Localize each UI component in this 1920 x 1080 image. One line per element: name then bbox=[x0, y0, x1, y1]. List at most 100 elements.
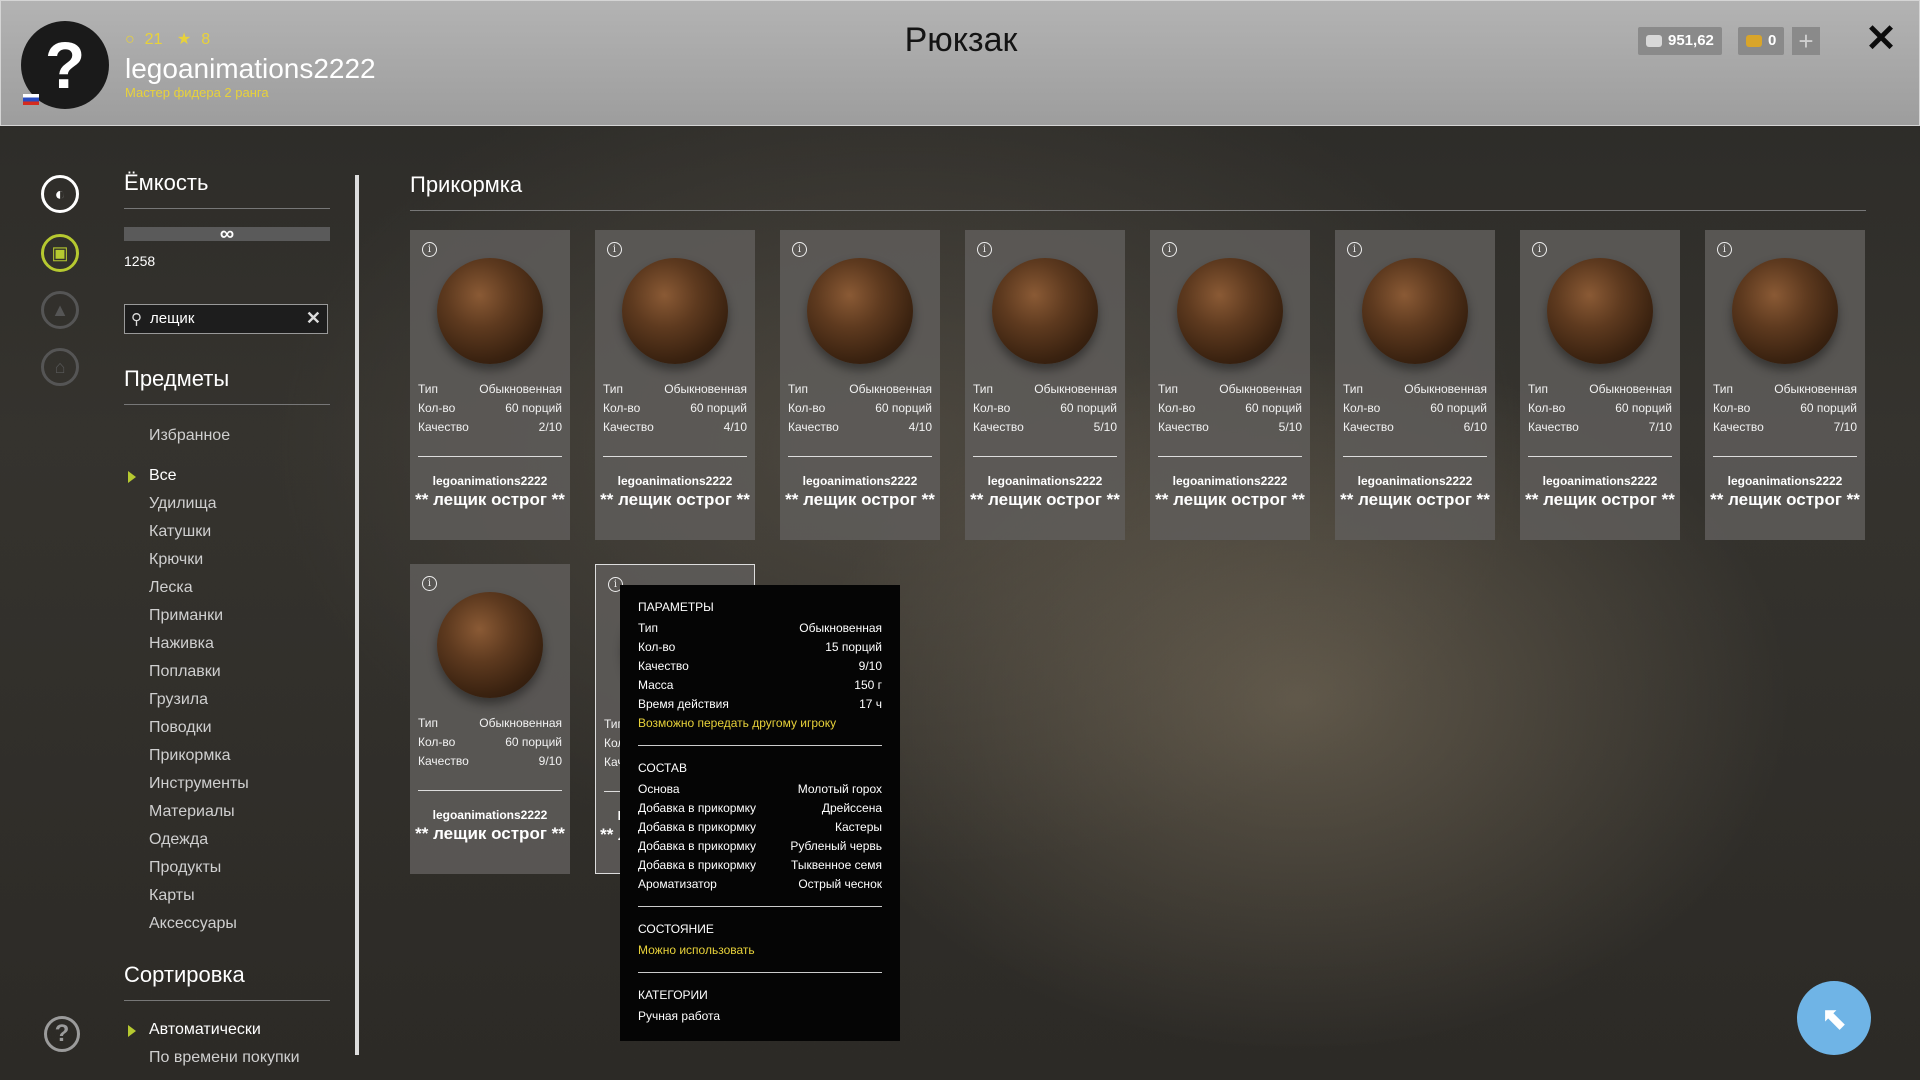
sort-list: Автоматически По времени покупки bbox=[124, 1016, 330, 1072]
category-item[interactable]: Крючки bbox=[124, 546, 330, 574]
card-qty: 60 порций bbox=[1615, 401, 1672, 415]
tooltip-divider bbox=[638, 906, 882, 907]
category-item[interactable]: Грузила bbox=[124, 686, 330, 714]
category-item[interactable]: Удилища bbox=[124, 490, 330, 518]
sidebar-scrollbar[interactable] bbox=[355, 175, 359, 1055]
card-row-type: Тип Обыкновенная bbox=[1713, 382, 1857, 396]
card-row-qty: Кол-во 60 порций bbox=[418, 401, 562, 415]
category-item[interactable]: Материалы bbox=[124, 798, 330, 826]
category-item[interactable]: Инструменты bbox=[124, 770, 330, 798]
card-row-quality: Качество 4/10 bbox=[603, 420, 747, 434]
filter-sidebar: Ёмкость ∞ 1258 ⚲ лещик ✕ Предметы Избран… bbox=[124, 170, 330, 1066]
card-quality: 4/10 bbox=[723, 420, 747, 434]
tooltip-value: Рубленый червь bbox=[790, 839, 882, 853]
sort-heading: Сортировка bbox=[124, 962, 330, 1001]
capacity-heading: Ёмкость bbox=[124, 170, 330, 209]
card-divider bbox=[603, 456, 747, 457]
category-item[interactable]: Леска bbox=[124, 574, 330, 602]
sort-option[interactable]: По времени покупки bbox=[124, 1044, 330, 1072]
info-icon[interactable]: i bbox=[607, 242, 622, 257]
card-item-name: ** лещик острог ** bbox=[970, 490, 1120, 509]
search-icon: ⚲ bbox=[131, 311, 142, 328]
category-item[interactable]: Катушки bbox=[124, 518, 330, 546]
card-type: Обыкновенная bbox=[1774, 382, 1857, 396]
item-card[interactable]: i Тип Обыкновенная Кол-во 60 порций Качество 6… bbox=[1335, 230, 1495, 540]
info-icon[interactable]: i bbox=[977, 242, 992, 257]
category-item[interactable]: Все bbox=[124, 462, 330, 490]
category-item[interactable]: Приманки bbox=[124, 602, 330, 630]
groundbait-ball-icon bbox=[622, 258, 728, 364]
info-icon[interactable]: i bbox=[1532, 242, 1547, 257]
item-card[interactable]: i Тип Обыкновенная Кол-во 60 порций Качество 7… bbox=[1705, 230, 1865, 540]
boat-icon[interactable]: ▲ bbox=[41, 291, 79, 329]
card-quality: 6/10 bbox=[1463, 420, 1487, 434]
home-icon[interactable]: ⌂ bbox=[41, 348, 79, 386]
info-icon[interactable]: i bbox=[792, 242, 807, 257]
help-icon[interactable]: ? bbox=[44, 1016, 80, 1052]
tooltip-key: Добавка в прикормку bbox=[638, 820, 757, 834]
card-label: Качество bbox=[1158, 420, 1209, 434]
category-item[interactable]: Аксессуары bbox=[124, 910, 330, 938]
card-quality: 5/10 bbox=[1278, 420, 1302, 434]
info-icon[interactable]: i bbox=[1717, 242, 1732, 257]
card-owner: legoanimations2222 bbox=[1727, 474, 1843, 488]
info-icon[interactable]: i bbox=[422, 576, 437, 591]
tooltip-key: Масса bbox=[638, 678, 674, 692]
search-field[interactable]: ⚲ лещик ✕ bbox=[124, 304, 328, 334]
tooltip-value: Дрейссена bbox=[821, 801, 882, 815]
card-label: Кол-во bbox=[1713, 401, 1751, 415]
add-currency-button[interactable]: + bbox=[1792, 27, 1820, 55]
tooltip-value: 17 ч bbox=[859, 697, 882, 711]
card-qty: 60 порций bbox=[875, 401, 932, 415]
info-icon[interactable]: i bbox=[1347, 242, 1362, 257]
close-button[interactable]: ✕ bbox=[1861, 19, 1901, 59]
category-item[interactable]: Прикормка bbox=[124, 742, 330, 770]
card-qty: 60 порций bbox=[1060, 401, 1117, 415]
card-label: Качество bbox=[1528, 420, 1579, 434]
category-item[interactable]: Поводки bbox=[124, 714, 330, 742]
info-icon[interactable]: i bbox=[422, 242, 437, 257]
category-item[interactable]: Одежда bbox=[124, 826, 330, 854]
category-item[interactable]: Продукты bbox=[124, 854, 330, 882]
gold-coin-icon bbox=[1746, 35, 1762, 48]
card-row-quality: Качество 5/10 bbox=[973, 420, 1117, 434]
tooltip-value: Тыквенное семя bbox=[791, 858, 882, 872]
clear-search-icon[interactable]: ✕ bbox=[306, 308, 321, 329]
category-favorites[interactable]: Избранное bbox=[124, 422, 330, 450]
groundbait-ball-icon bbox=[1547, 258, 1653, 364]
card-row-qty: Кол-во 60 порций bbox=[973, 401, 1117, 415]
info-icon[interactable]: i bbox=[1162, 242, 1177, 257]
item-card[interactable]: i Тип Обыкновенная Кол-во 60 порций Качество 5… bbox=[965, 230, 1125, 540]
category-list: Избранное Все Удилища Катушки Крючки Лес… bbox=[124, 422, 330, 938]
item-card[interactable]: i Тип Обыкновенная Кол-во 60 порций Качество 5… bbox=[1150, 230, 1310, 540]
backpack-icon[interactable]: ▣ bbox=[41, 234, 79, 272]
sort-option[interactable]: Автоматически bbox=[124, 1016, 330, 1044]
groundbait-ball-icon bbox=[807, 258, 913, 364]
card-label: Тип bbox=[1343, 382, 1364, 396]
card-item-name: ** лещик острог ** bbox=[785, 490, 935, 509]
card-owner: legoanimations2222 bbox=[432, 808, 548, 822]
category-item[interactable]: Карты bbox=[124, 882, 330, 910]
card-quality: 4/10 bbox=[908, 420, 932, 434]
card-row-quality: Качество 7/10 bbox=[1528, 420, 1672, 434]
item-card[interactable]: i Тип Обыкновенная Кол-во 60 порций Качество 4… bbox=[595, 230, 755, 540]
card-qty: 60 порций bbox=[690, 401, 747, 415]
card-label: Тип bbox=[788, 382, 809, 396]
fish-icon[interactable]: ◐ bbox=[41, 175, 79, 213]
item-card[interactable]: i Тип Обыкновенная Кол-во 60 порций Качество 4… bbox=[780, 230, 940, 540]
search-input[interactable]: лещик bbox=[150, 310, 194, 327]
card-label: Тип bbox=[418, 382, 439, 396]
item-card[interactable]: i Тип Обыкновенная Кол-во 60 порций Качество 9… bbox=[410, 564, 570, 874]
item-card[interactable]: i Тип Обыкновенная Кол-во 60 порций Качество 7… bbox=[1520, 230, 1680, 540]
card-label: Кол-во bbox=[788, 401, 826, 415]
card-row-qty: Кол-во 60 порций bbox=[1343, 401, 1487, 415]
category-item[interactable]: Поплавки bbox=[124, 658, 330, 686]
item-card[interactable]: i Тип Обыкновенная Кол-во 60 порций Качество 2… bbox=[410, 230, 570, 540]
tooltip-value: Обыкновенная bbox=[799, 621, 882, 635]
card-row-type: Тип Обыкновенная bbox=[1343, 382, 1487, 396]
category-item[interactable]: Наживка bbox=[124, 630, 330, 658]
card-item-name: ** лещик острог ** bbox=[415, 490, 565, 509]
tooltip-state-value: Можно использовать bbox=[638, 943, 755, 957]
cursor-mode-button[interactable]: ⬉ bbox=[1797, 981, 1871, 1055]
card-row-type: Тип Обыкновенная bbox=[603, 382, 747, 396]
